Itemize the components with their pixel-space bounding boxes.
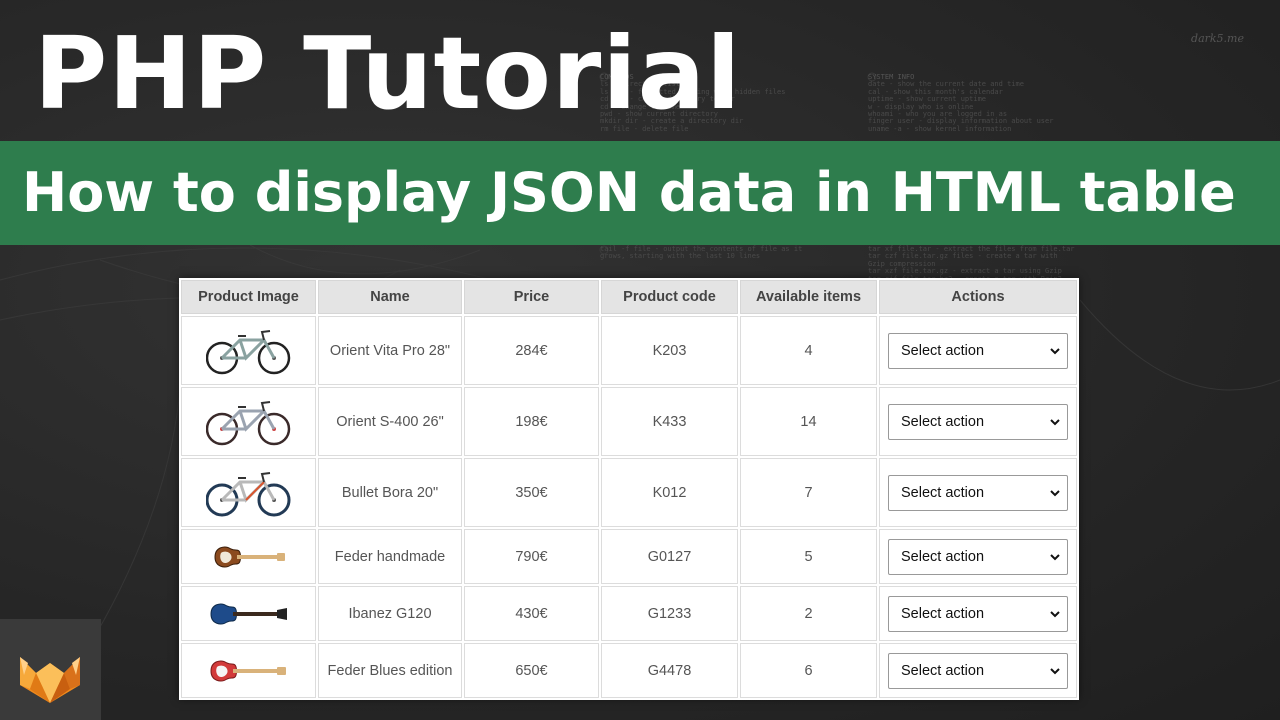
action-select-value: Select action xyxy=(901,548,985,565)
bicycle-image xyxy=(205,329,290,374)
product-available-items: 14 xyxy=(740,387,877,456)
product-available-items: 7 xyxy=(740,458,877,527)
table-row: Bullet Bora 20" 350€ K012 7 Select actio… xyxy=(181,458,1077,527)
chevron-down-icon xyxy=(1050,347,1060,354)
bicycle-image xyxy=(205,471,290,516)
action-select[interactable]: Select action xyxy=(888,332,1068,369)
actions-cell: Select action xyxy=(879,387,1077,456)
product-price: 350€ xyxy=(464,458,599,527)
header-product-image: Product Image xyxy=(181,280,316,314)
product-name: Feder Blues edition xyxy=(318,643,462,698)
chevron-down-icon xyxy=(1050,418,1060,425)
product-image-cell xyxy=(181,458,316,527)
header-price: Price xyxy=(464,280,599,314)
cheatsheet-line: uname -a - show kernel information xyxy=(868,124,1012,133)
product-name: Orient Vita Pro 28" xyxy=(318,316,462,385)
chevron-down-icon xyxy=(1050,667,1060,674)
product-price: 198€ xyxy=(464,387,599,456)
subtitle-banner: How to display JSON data in HTML table xyxy=(0,141,1280,245)
product-code: G1233 xyxy=(601,586,738,641)
actions-cell: Select action xyxy=(879,316,1077,385)
product-code: K433 xyxy=(601,387,738,456)
guitar-image xyxy=(213,546,285,567)
product-name: Orient S-400 26" xyxy=(318,387,462,456)
table-row: Feder Blues edition 650€ G4478 6 Select … xyxy=(181,643,1077,698)
product-available-items: 6 xyxy=(740,643,877,698)
product-name: Bullet Bora 20" xyxy=(318,458,462,527)
product-price: 790€ xyxy=(464,529,599,584)
actions-cell: Select action xyxy=(879,643,1077,698)
header-available-items: Available items xyxy=(740,280,877,314)
action-select[interactable]: Select action xyxy=(888,403,1068,440)
product-name: Ibanez G120 xyxy=(318,586,462,641)
product-name: Feder handmade xyxy=(318,529,462,584)
product-available-items: 2 xyxy=(740,586,877,641)
page-title: PHP Tutorial xyxy=(34,15,742,132)
table-header-row: Product Image Name Price Product code Av… xyxy=(181,280,1077,314)
product-available-items: 4 xyxy=(740,316,877,385)
header-actions: Actions xyxy=(879,280,1077,314)
watermark: dark5.me xyxy=(1191,32,1244,45)
table-row: Feder handmade 790€ G0127 5 Select actio… xyxy=(181,529,1077,584)
product-code: K012 xyxy=(601,458,738,527)
product-price: 284€ xyxy=(464,316,599,385)
fox-logo-icon xyxy=(20,657,80,703)
chevron-down-icon xyxy=(1050,553,1060,560)
logo-container xyxy=(0,619,101,720)
guitar-image xyxy=(209,660,286,681)
product-price: 650€ xyxy=(464,643,599,698)
header-product-code: Product code xyxy=(601,280,738,314)
product-image-cell xyxy=(181,387,316,456)
cheatsheet-system-info: SYSTEM INFO date - show the current date… xyxy=(868,73,1053,133)
action-select-value: Select action xyxy=(901,342,985,359)
product-image-cell xyxy=(181,643,316,698)
product-price: 430€ xyxy=(464,586,599,641)
action-select[interactable]: Select action xyxy=(888,474,1068,511)
product-code: G4478 xyxy=(601,643,738,698)
action-select[interactable]: Select action xyxy=(888,595,1068,632)
chevron-down-icon xyxy=(1050,610,1060,617)
actions-cell: Select action xyxy=(879,529,1077,584)
action-select[interactable]: Select action xyxy=(888,652,1068,689)
subtitle-text: How to display JSON data in HTML table xyxy=(22,161,1236,224)
product-table-container: Product Image Name Price Product code Av… xyxy=(179,278,1079,700)
table-row: Ibanez G120 430€ G1233 2 Select action xyxy=(181,586,1077,641)
action-select-value: Select action xyxy=(901,662,985,679)
actions-cell: Select action xyxy=(879,586,1077,641)
product-image-cell xyxy=(181,316,316,385)
cheatsheet-line: grows, starting with the last 10 lines xyxy=(600,252,761,261)
action-select-value: Select action xyxy=(901,605,985,622)
product-image-cell xyxy=(181,586,316,641)
chevron-down-icon xyxy=(1050,489,1060,496)
product-image-cell xyxy=(181,529,316,584)
action-select-value: Select action xyxy=(901,484,985,501)
action-select[interactable]: Select action xyxy=(888,538,1068,575)
cheatsheet-low-left: tail -f file - output the contents of fi… xyxy=(600,245,802,261)
table-row: Orient Vita Pro 28" 284€ K203 4 Select a… xyxy=(181,316,1077,385)
header-name: Name xyxy=(318,280,462,314)
product-available-items: 5 xyxy=(740,529,877,584)
product-code: K203 xyxy=(601,316,738,385)
product-code: G0127 xyxy=(601,529,738,584)
product-table: Product Image Name Price Product code Av… xyxy=(179,278,1079,700)
table-row: Orient S-400 26" 198€ K433 14 Select act… xyxy=(181,387,1077,456)
bicycle-image xyxy=(205,400,290,445)
action-select-value: Select action xyxy=(901,413,985,430)
actions-cell: Select action xyxy=(879,458,1077,527)
guitar-image xyxy=(209,603,287,624)
